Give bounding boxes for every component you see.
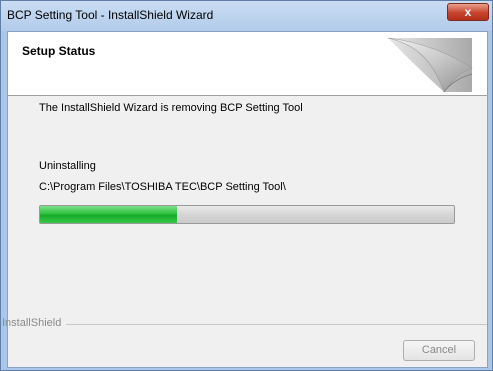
wizard-header: Setup Status	[8, 32, 487, 96]
footer-divider	[66, 324, 487, 325]
progress-bar	[39, 205, 455, 224]
cancel-button[interactable]: Cancel	[403, 340, 475, 361]
installshield-brand-label: InstallShield	[2, 317, 62, 329]
close-button[interactable]: x	[447, 3, 489, 21]
page-curl-graphic	[387, 37, 473, 93]
window-title: BCP Setting Tool - InstallShield Wizard	[7, 8, 214, 22]
status-message: The InstallShield Wizard is removing BCP…	[39, 102, 303, 114]
progress-bar-fill	[40, 206, 177, 223]
install-path-label: C:\Program Files\TOSHIBA TEC\BCP Setting…	[39, 181, 286, 193]
title-bar[interactable]: BCP Setting Tool - InstallShield Wizard …	[1, 1, 492, 31]
page-title: Setup Status	[22, 44, 96, 58]
wizard-panel: Setup Status The InstallShield Wizard is…	[2, 31, 488, 368]
current-action-label: Uninstalling	[39, 160, 96, 172]
installer-window: BCP Setting Tool - InstallShield Wizard …	[0, 0, 493, 371]
close-icon: x	[464, 5, 472, 19]
